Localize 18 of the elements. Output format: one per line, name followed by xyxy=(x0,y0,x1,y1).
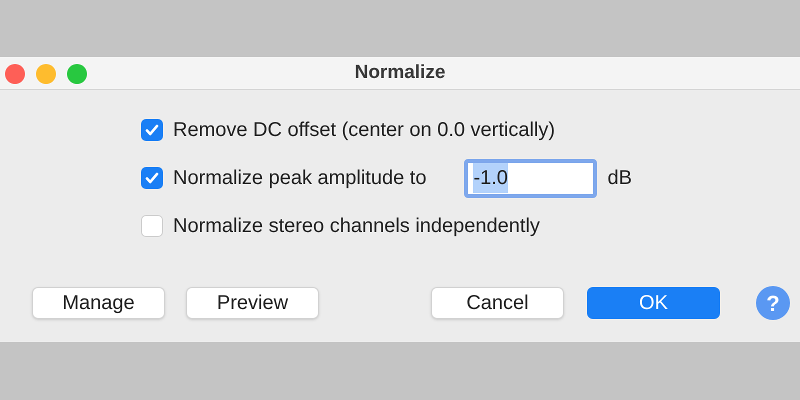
input-field[interactable]: -1.0 xyxy=(464,158,598,198)
minimize-window-icon[interactable] xyxy=(36,64,56,84)
unit-label: dB xyxy=(607,166,632,191)
checkmark-icon xyxy=(144,122,160,138)
checkbox-label: Remove DC offset (center on 0.0 vertically) xyxy=(173,118,556,143)
checkbox[interactable] xyxy=(141,119,163,141)
checkbox-label: Normalize stereo channels independently xyxy=(173,214,540,239)
dialog-button[interactable]: Cancel xyxy=(431,287,564,319)
maximize-window-icon[interactable] xyxy=(67,64,87,84)
checkbox[interactable] xyxy=(141,167,163,189)
dialog-button[interactable]: Manage xyxy=(32,287,165,319)
close-window-icon[interactable] xyxy=(5,64,25,84)
window-title: Normalize xyxy=(354,60,446,85)
checkmark-icon xyxy=(144,170,160,186)
checkbox-label: Normalize peak amplitude to xyxy=(173,166,426,191)
dialog-button[interactable]: Preview xyxy=(186,287,319,319)
checkbox[interactable] xyxy=(141,215,163,237)
ok-button[interactable]: OK xyxy=(587,287,720,319)
